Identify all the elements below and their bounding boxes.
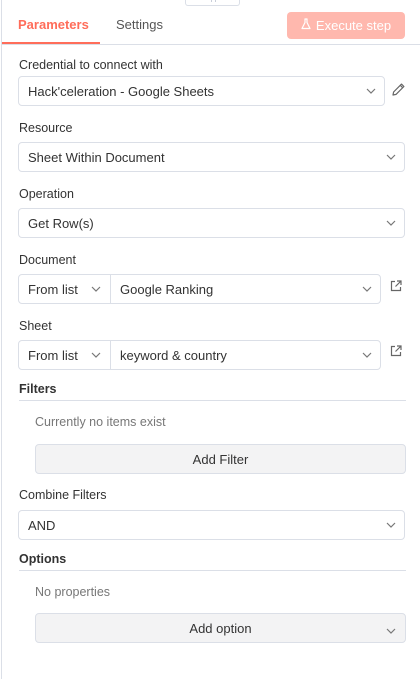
- filters-title: Filters: [19, 382, 57, 396]
- chevron-down-icon: [386, 624, 396, 639]
- combine-filters-label: Combine Filters: [19, 488, 107, 502]
- chevron-down-icon: [91, 284, 101, 293]
- resource-label: Resource: [19, 121, 73, 135]
- active-tab-indicator: [2, 42, 100, 44]
- filters-empty-text: Currently no items exist: [35, 415, 166, 429]
- credential-label: Credential to connect with: [19, 58, 163, 72]
- sheet-mode-select[interactable]: From list: [18, 340, 111, 370]
- flask-icon: [301, 18, 311, 33]
- add-option-button[interactable]: Add option: [35, 613, 406, 643]
- open-document-external-link-icon[interactable]: [389, 279, 405, 295]
- credential-select[interactable]: Hack'celeration - Google Sheets: [18, 76, 385, 106]
- tab-parameters[interactable]: Parameters: [18, 17, 89, 32]
- options-title: Options: [19, 552, 67, 566]
- options-divider: [19, 570, 406, 571]
- add-filter-button[interactable]: Add Filter: [35, 444, 406, 474]
- add-option-label: Add option: [189, 620, 252, 636]
- chevron-down-icon: [386, 218, 396, 227]
- combine-filters-value: AND: [28, 518, 56, 533]
- sheet-value: keyword & country: [120, 348, 227, 363]
- document-label: Document: [19, 253, 76, 267]
- resource-select[interactable]: Sheet Within Document: [18, 142, 405, 172]
- operation-select[interactable]: Get Row(s): [18, 208, 405, 238]
- options-empty-text: No properties: [35, 585, 111, 599]
- document-mode-value: From list: [28, 282, 78, 297]
- sheet-select[interactable]: keyword & country: [110, 340, 381, 370]
- chevron-down-icon: [362, 350, 372, 359]
- node-parameters-panel: Parameters Settings Execute step Credent…: [1, 0, 420, 679]
- operation-value: Get Row(s): [28, 216, 94, 231]
- chevron-down-icon: [362, 284, 372, 293]
- edit-credential-pencil-icon[interactable]: [391, 82, 407, 98]
- document-value: Google Ranking: [120, 282, 214, 297]
- sheet-label: Sheet: [19, 319, 52, 333]
- sheet-mode-value: From list: [28, 348, 78, 363]
- execute-step-label: Execute step: [315, 18, 392, 33]
- document-mode-select[interactable]: From list: [18, 274, 111, 304]
- combine-filters-select[interactable]: AND: [18, 510, 405, 540]
- tab-settings[interactable]: Settings: [116, 17, 163, 32]
- document-select[interactable]: Google Ranking: [110, 274, 381, 304]
- chevron-down-icon: [366, 86, 376, 95]
- credential-value: Hack'celeration - Google Sheets: [28, 84, 215, 99]
- filters-divider: [19, 400, 406, 401]
- tab-bar: Parameters Settings Execute step: [2, 0, 420, 45]
- chevron-down-icon: [386, 152, 396, 161]
- chevron-down-icon: [386, 520, 396, 529]
- operation-label: Operation: [19, 187, 74, 201]
- resource-value: Sheet Within Document: [28, 150, 165, 165]
- open-sheet-external-link-icon[interactable]: [389, 344, 405, 360]
- execute-step-button[interactable]: Execute step: [287, 12, 405, 39]
- chevron-down-icon: [91, 350, 101, 359]
